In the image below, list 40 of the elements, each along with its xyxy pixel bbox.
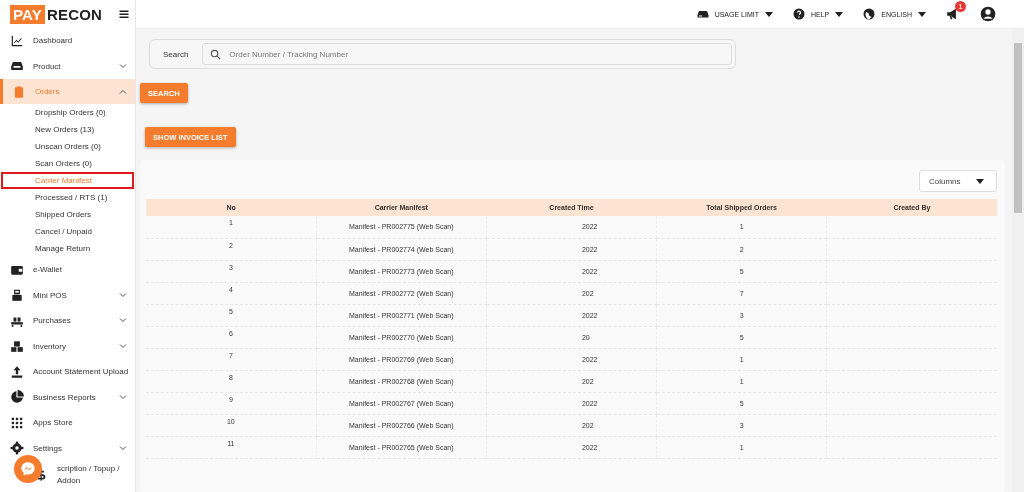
boxes-icon <box>10 339 24 354</box>
pie-chart-icon <box>10 390 24 405</box>
grid-icon <box>10 415 24 430</box>
submenu-item[interactable]: Processed / RTS (1) <box>1 189 134 206</box>
logo[interactable]: PAY RECON <box>10 4 103 24</box>
caret-icon <box>918 11 926 17</box>
sidebar-item[interactable]: Product <box>0 53 135 79</box>
search-field[interactable]: Order Number / Tracking Number <box>202 43 732 65</box>
sidebar-item[interactable]: Business Reports <box>0 384 135 410</box>
submenu-item[interactable]: Scan Orders (0) <box>1 155 134 172</box>
globe-icon <box>863 8 876 20</box>
caret-icon <box>764 11 773 17</box>
sidebar-item[interactable]: Purchases <box>0 308 135 334</box>
clipboard-icon <box>12 84 26 99</box>
register-icon <box>10 288 24 303</box>
chat-bubble-icon[interactable] <box>14 455 42 483</box>
submenu-item[interactable]: Cancel / Unpaid <box>1 223 134 240</box>
user-icon <box>980 6 996 22</box>
help-icon <box>792 8 805 20</box>
submenu-item[interactable]: Unscan Orders (0) <box>1 138 134 155</box>
sidebar-item[interactable]: Mini POS <box>0 282 135 308</box>
sidebar-item[interactable]: Apps Store <box>0 410 135 436</box>
search-label: Search <box>163 49 189 59</box>
caret-icon <box>976 178 984 184</box>
submenu-item[interactable]: Dropship Orders (0) <box>1 104 134 121</box>
sidebar-item[interactable]: Inventory <box>0 333 135 359</box>
sidebar-item[interactable]: Account Statement Upload <box>0 359 135 385</box>
submenu-item[interactable]: Shipped Orders <box>1 206 134 223</box>
columns-dropdown[interactable]: Columns <box>919 170 997 192</box>
sidebar-item[interactable]: Dashboard <box>0 28 135 54</box>
notification-badge: 1 <box>955 1 966 12</box>
drive-icon <box>696 8 709 20</box>
submenu-item[interactable]: New Orders (13) <box>1 121 134 138</box>
chart-icon <box>10 33 24 48</box>
submenu-item[interactable]: Manage Return <box>1 240 134 257</box>
upload-icon <box>10 364 24 379</box>
caret-icon <box>835 11 844 17</box>
sidebar-item[interactable]: Settings <box>0 435 135 461</box>
sidebar-item[interactable]: e-Wallet <box>0 257 135 283</box>
menu-icon <box>118 8 131 20</box>
